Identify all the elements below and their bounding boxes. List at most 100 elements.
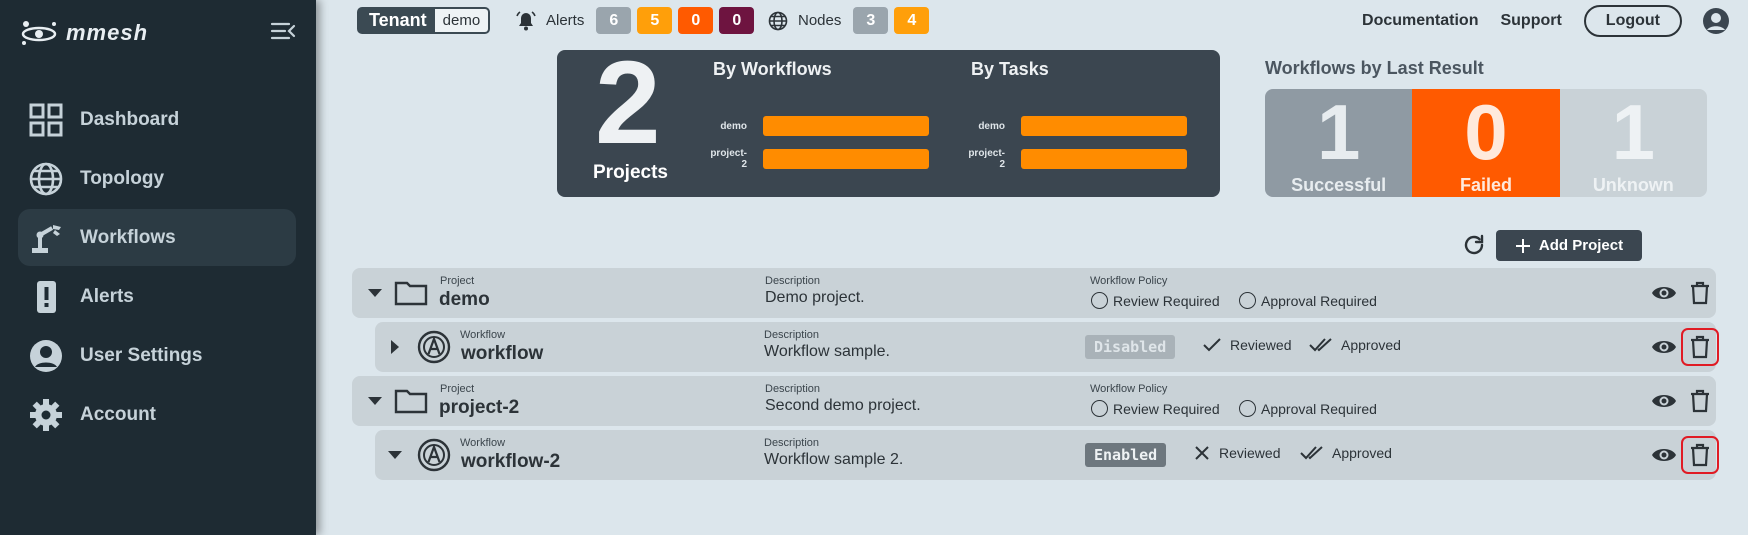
bar-label: project-2: [710, 148, 747, 170]
nodes-summary: Nodes 3 4: [768, 7, 930, 34]
last-result-card: 1 Successful 0 Failed 1 Unknown: [1265, 89, 1707, 197]
result-successful[interactable]: 1 Successful: [1265, 89, 1413, 197]
alerts-label: Alerts: [546, 12, 585, 29]
refresh-icon[interactable]: [1462, 233, 1486, 257]
caret-down-icon[interactable]: [367, 393, 383, 409]
logo-text: mmesh: [66, 20, 149, 45]
project-row[interactable]: Project demo Description Demo project. W…: [352, 268, 1716, 318]
folder-icon: [394, 281, 428, 306]
alert-badge-critical[interactable]: 0: [719, 7, 755, 34]
robot-arm-icon: [28, 220, 64, 256]
result-label: Unknown: [1592, 175, 1674, 195]
sidebar-item-user-settings[interactable]: User Settings: [18, 327, 296, 384]
delete-button[interactable]: [1687, 388, 1713, 414]
radio-label: Approval Required: [1261, 400, 1377, 417]
radio-circle: [1091, 292, 1108, 309]
result-count: 1: [1316, 89, 1361, 176]
bell-icon: [516, 10, 536, 30]
bar-row: project-2: [963, 148, 1187, 170]
sidebar-item-topology[interactable]: Topology: [18, 150, 296, 207]
alert-badge-red[interactable]: 0: [678, 7, 714, 34]
sidebar-item-label: Topology: [80, 167, 165, 189]
workflow-label: Workflow: [460, 329, 506, 341]
project-name[interactable]: project-2: [439, 397, 519, 419]
node-badge-gray[interactable]: 3: [853, 7, 889, 34]
approved-status: Approved: [1300, 445, 1392, 461]
bar-label: project-2: [968, 148, 1005, 170]
approval-required-radio[interactable]: Approval Required: [1239, 400, 1377, 417]
alerts-summary: Alerts 6 5 0 0: [516, 7, 755, 34]
caret-down-icon[interactable]: [387, 447, 403, 463]
logout-button[interactable]: Logout: [1583, 5, 1682, 37]
projects-count-label: Projects: [593, 162, 668, 183]
user-avatar-icon[interactable]: [1702, 7, 1730, 35]
trash-icon: [1691, 335, 1709, 359]
globe-icon: [768, 11, 788, 30]
result-count: 1: [1611, 89, 1656, 176]
add-project-button[interactable]: Add Project: [1496, 230, 1642, 261]
project-row[interactable]: Project project-2 Description Second dem…: [352, 376, 1716, 426]
by-workflows-title: By Workflows: [713, 59, 832, 79]
gear-icon: [28, 397, 64, 433]
view-button[interactable]: [1651, 388, 1677, 414]
workflow-policy-label: Workflow Policy: [1090, 275, 1168, 287]
sidebar-item-workflows[interactable]: Workflows: [18, 209, 296, 266]
sidebar: mmesh Dashboard Topology Workflows Alert…: [0, 0, 316, 535]
workflow-description: Workflow sample 2.: [764, 451, 904, 468]
delete-button[interactable]: [1681, 328, 1719, 366]
view-button[interactable]: [1651, 442, 1677, 468]
project-label: Project: [440, 275, 475, 287]
radio-label: Approval Required: [1261, 292, 1377, 309]
workflow-name[interactable]: workflow-2: [461, 451, 560, 473]
result-unknown[interactable]: 1 Unknown: [1559, 89, 1707, 197]
projects-summary-card: 2 Projects By Workflows By Tasks demo pr…: [557, 44, 1220, 197]
review-required-radio[interactable]: Review Required: [1091, 400, 1220, 417]
workflow-row[interactable]: Workflow workflow Description Workflow s…: [375, 322, 1719, 372]
documentation-link[interactable]: Documentation: [1362, 12, 1478, 30]
alert-phone-icon: [28, 279, 64, 315]
alert-badge-gray[interactable]: 6: [596, 7, 632, 34]
workflow-name[interactable]: workflow: [461, 343, 543, 365]
delete-button[interactable]: [1681, 436, 1719, 474]
sidebar-item-label: Dashboard: [80, 108, 180, 130]
sidebar-item-alerts[interactable]: Alerts: [18, 268, 296, 325]
radio-label: Review Required: [1113, 292, 1220, 309]
status-badge-enabled[interactable]: Enabled: [1085, 443, 1167, 467]
bar-row: project-2: [705, 148, 929, 170]
view-button[interactable]: [1651, 334, 1677, 360]
support-link[interactable]: Support: [1500, 12, 1561, 30]
sidebar-item-dashboard[interactable]: Dashboard: [18, 91, 296, 148]
tenant-selector[interactable]: Tenant demo: [357, 7, 491, 34]
status-badge-disabled[interactable]: Disabled: [1085, 335, 1176, 359]
workflow-row[interactable]: Workflow workflow-2 Description Workflow…: [375, 430, 1719, 480]
approved-status: Approved: [1309, 337, 1401, 353]
delete-button[interactable]: [1687, 280, 1713, 306]
by-tasks-title: By Tasks: [971, 59, 1049, 79]
eye-icon: [1652, 341, 1676, 353]
eye-icon: [1652, 449, 1676, 461]
radio-label: Review Required: [1113, 400, 1220, 417]
result-failed[interactable]: 0 Failed: [1412, 89, 1560, 197]
approval-required-radio[interactable]: Approval Required: [1239, 292, 1377, 309]
alert-badge-orange[interactable]: 5: [637, 7, 673, 34]
collapse-sidebar-icon[interactable]: [270, 20, 296, 42]
task-bar: [1021, 149, 1187, 169]
view-button[interactable]: [1651, 280, 1677, 306]
logo[interactable]: mmesh: [18, 18, 148, 48]
add-project-label: Add Project: [1538, 237, 1624, 254]
workflow-bar: [763, 116, 929, 136]
last-result-title: Workflows by Last Result: [1265, 58, 1484, 78]
review-required-radio[interactable]: Review Required: [1091, 292, 1220, 309]
top-links: Documentation Support Logout: [1362, 5, 1682, 37]
workflow-bar: [763, 149, 929, 169]
projects-count: 2: [595, 37, 661, 169]
caret-right-icon[interactable]: [387, 339, 403, 355]
sidebar-item-account[interactable]: Account: [18, 386, 296, 443]
caret-down-icon[interactable]: [367, 285, 383, 301]
sidebar-nav: Dashboard Topology Workflows Alerts User…: [18, 91, 296, 445]
bar-label: demo: [978, 120, 1005, 132]
eye-icon: [1652, 287, 1676, 299]
project-name[interactable]: demo: [439, 289, 490, 311]
result-label: Successful: [1291, 175, 1387, 195]
node-badge-orange[interactable]: 4: [894, 7, 930, 34]
